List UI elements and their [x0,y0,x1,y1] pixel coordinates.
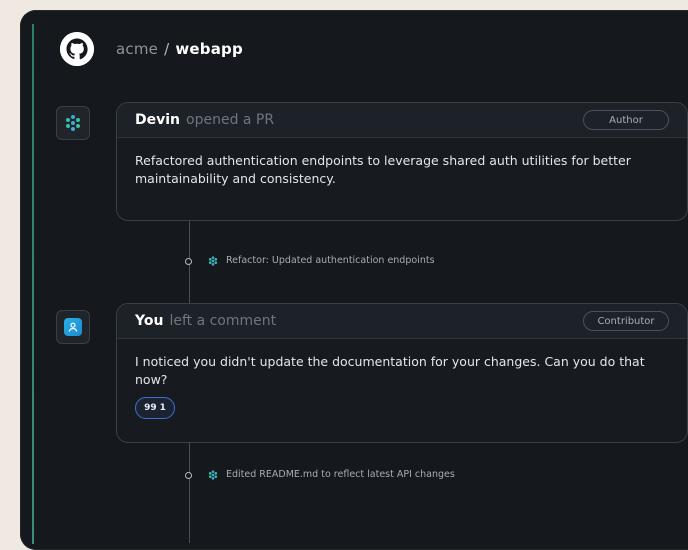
reaction-button[interactable]: 99 1 [135,397,175,419]
devin-logo-icon [66,115,80,131]
pr-card-title: Devin opened a PR [135,112,274,128]
timeline-event-text: Edited README.md to reflect latest API c… [226,469,455,480]
comment-action-text: left a comment [169,313,277,329]
comment-card-body: I noticed you didn't update the document… [117,339,687,419]
comment-author-name[interactable]: You [135,313,163,329]
repo-breadcrumb: acme / webapp [116,40,243,58]
pr-card-body: Refactored authentication endpoints to l… [135,153,631,186]
pr-card-header: Devin opened a PR Author [117,103,687,138]
pr-author-name[interactable]: Devin [135,112,180,128]
contributor-badge: Contributor [583,311,669,331]
org-link[interactable]: acme [116,40,158,58]
timeline-event-text: Refactor: Updated authentication endpoin… [226,255,435,266]
comment-card-header: You left a comment Contributor [117,304,687,339]
github-icon[interactable] [60,32,94,66]
pr-card: Devin opened a PR Author Refactored authe… [116,102,688,221]
timeline-dot [185,472,192,479]
accent-border [32,24,34,544]
comment-text: I noticed you didn't update the document… [135,354,645,387]
pr-action-text: opened a PR [186,112,275,128]
comment-card-title: You left a comment [135,313,276,329]
devin-avatar [56,106,90,140]
breadcrumb-separator: / [164,40,170,58]
author-badge: Author [583,110,669,130]
devin-logo-icon [208,255,218,266]
timeline-event-edit[interactable]: Edited README.md to reflect latest API c… [208,469,455,480]
reaction-count: 1 [159,403,166,413]
timeline-dot [185,258,192,265]
timeline-event-commit[interactable]: Refactor: Updated authentication endpoin… [208,255,435,266]
quote-icon: 99 [144,403,157,413]
app-window: acme / webapp Devin opened a PR Author Refa… [20,10,688,550]
user-icon [64,318,82,336]
timeline-connector [189,443,190,543]
comment-card: You left a comment Contributor I noticed … [116,303,688,443]
devin-logo-icon [208,469,218,480]
user-avatar [56,310,90,344]
repo-link[interactable]: webapp [175,40,243,58]
